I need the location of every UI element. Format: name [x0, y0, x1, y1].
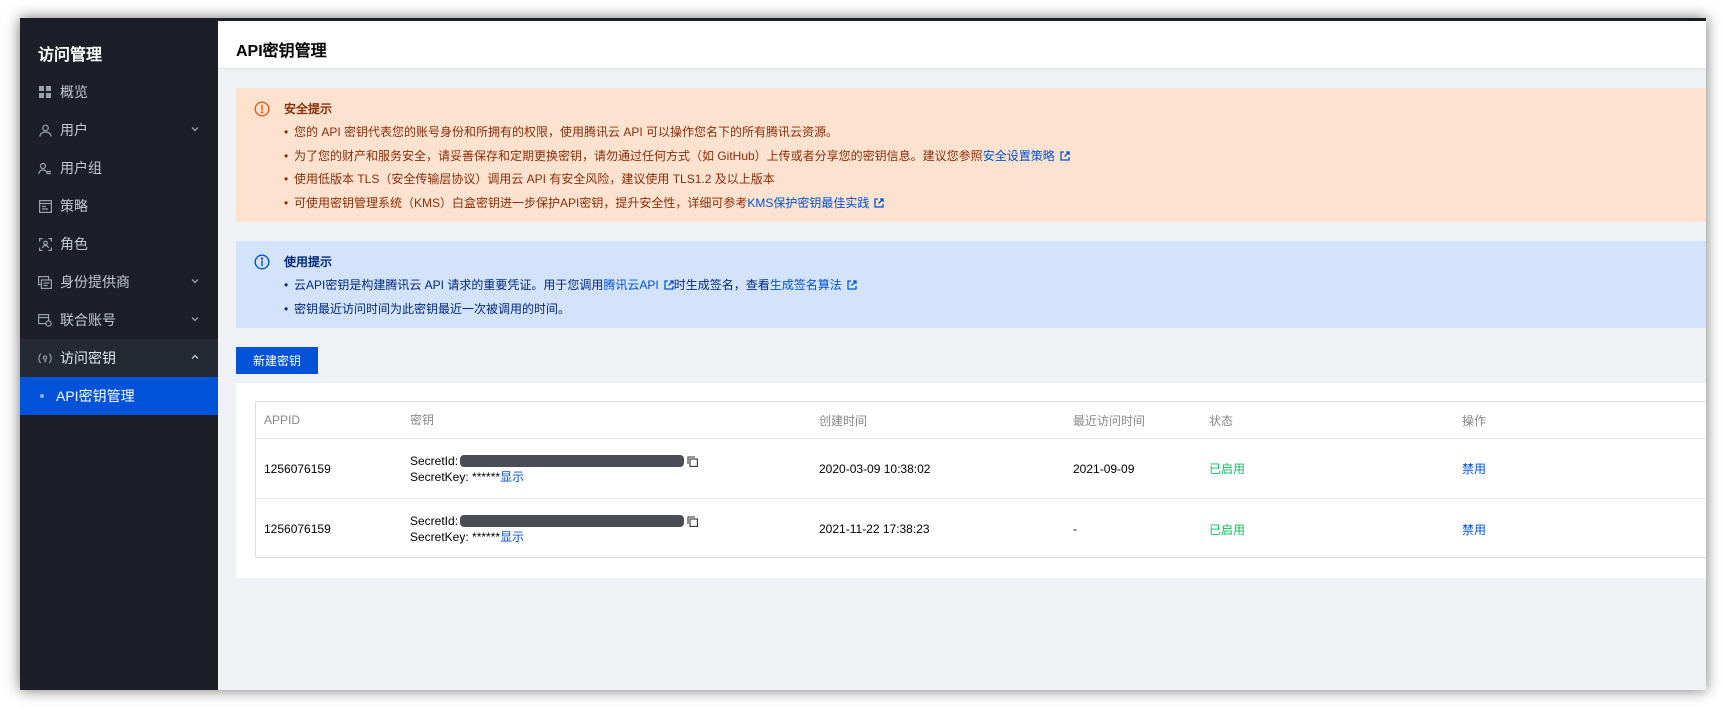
sidebar-item-overview[interactable]: 概览 — [20, 73, 218, 111]
kms-best-practice-link[interactable]: KMS保护密钥最佳实践 — [747, 196, 869, 210]
page-header: API密钥管理 — [218, 21, 1706, 69]
page-title: API密钥管理 — [236, 43, 327, 60]
sidebar-item-roles[interactable]: 角色 — [20, 225, 218, 263]
show-secret-key-link[interactable]: 显示 — [500, 470, 524, 484]
external-link-icon — [847, 280, 857, 290]
bullet-dot-icon — [40, 394, 44, 398]
sidebar-item-label: 概览 — [60, 84, 88, 100]
sidebar-item-label: 角色 — [60, 236, 88, 252]
console-window: 访问管理 概览 用户 用户组 策略 角色 身份提供商 联合账号 访问密钥 API… — [20, 18, 1706, 690]
user-group-icon — [38, 161, 52, 175]
status-badge: 已启用 — [1209, 522, 1246, 537]
secret-key-line: SecretKey: ******显示 — [410, 469, 525, 484]
sidebar-item-user-groups[interactable]: 用户组 — [20, 149, 218, 187]
warning-icon — [254, 101, 270, 117]
sidebar-item-identity-providers[interactable]: 身份提供商 — [20, 263, 218, 301]
external-link-icon — [1060, 150, 1070, 161]
created-cell: 2021-11-22 17:38:23 — [819, 522, 930, 536]
grid-icon — [38, 85, 52, 99]
alert-title: 安全提示 — [284, 102, 333, 116]
sidebar-nav: 概览 用户 用户组 策略 角色 身份提供商 联合账号 访问密钥 API密钥管理 — [20, 73, 218, 415]
key-cell: SecretId: SecretKey: ******显示 — [410, 439, 698, 498]
sidebar-item-label: 身份提供商 — [60, 274, 130, 290]
secret-id-line: SecretId: — [410, 513, 698, 529]
sidebar-title: 访问管理 — [38, 47, 103, 64]
warning-line: 为了您的财产和服务安全，请妥善保存和定期更换密钥，请勿通过任何方式（如 GitH… — [284, 145, 1706, 169]
sidebar-item-federated-accounts[interactable]: 联合账号 — [20, 301, 218, 339]
role-icon — [38, 237, 52, 251]
table-row: 1256076159 SecretId: SecretKey: ******显示… — [256, 439, 1706, 499]
last-access-cell: 2021-09-09 — [1073, 461, 1135, 476]
column-header-created: 创建时间 — [819, 413, 868, 428]
sidebar-item-label: 联合账号 — [60, 312, 116, 328]
key-cell: SecretId: SecretKey: ******显示 — [410, 499, 698, 559]
chevron-down-icon — [191, 317, 199, 322]
secret-id-redacted — [460, 515, 685, 527]
new-key-button[interactable]: 新建密钥 — [236, 347, 318, 374]
sidebar-item-label: 策略 — [60, 198, 88, 214]
copy-icon[interactable] — [687, 455, 698, 467]
user-icon — [38, 123, 52, 137]
tencent-cloud-api-link[interactable]: 腾讯云API — [603, 278, 658, 292]
status-badge: 已启用 — [1209, 462, 1246, 476]
api-key-table: APPID 密钥 创建时间 最近访问时间 状态 操作 1256076159 Se… — [255, 401, 1706, 558]
main-content: API密钥管理 安全提示 您的 API 密钥代表您的账号身份和所拥有的权限，使用… — [218, 21, 1706, 690]
info-icon — [254, 254, 270, 270]
show-secret-key-link[interactable]: 显示 — [500, 530, 524, 544]
last-access-cell: - — [1073, 522, 1077, 536]
info-line: 密钥最近访问时间为此密钥最近一次被调用的时间。 — [284, 298, 1706, 322]
chevron-down-icon — [191, 127, 199, 132]
alert-title: 使用提示 — [284, 255, 333, 269]
security-policy-link[interactable]: 安全设置策略 — [983, 149, 1055, 163]
appid-cell: 1256076159 — [264, 461, 331, 476]
sidebar-item-policies[interactable]: 策略 — [20, 187, 218, 225]
sidebar: 访问管理 概览 用户 用户组 策略 角色 身份提供商 联合账号 访问密钥 API… — [20, 21, 218, 690]
appid-cell: 1256076159 — [264, 522, 331, 536]
column-header-last-access: 最近访问时间 — [1073, 413, 1146, 428]
warning-line: 可使用密钥管理系统（KMS）白盒密钥进一步保护API密钥，提升安全性，详细可参考… — [284, 192, 1706, 216]
external-link-icon — [874, 197, 885, 208]
sidebar-item-label: 用户组 — [60, 160, 102, 176]
external-link-icon — [664, 280, 674, 290]
warning-line: 您的 API 密钥代表您的账号身份和所拥有的权限，使用腾讯云 API 可以操作您… — [284, 121, 1706, 145]
created-cell: 2020-03-09 10:38:02 — [819, 461, 931, 476]
secret-key-line: SecretKey: ******显示 — [410, 530, 525, 544]
federated-account-icon — [38, 313, 52, 327]
chevron-down-icon — [191, 279, 199, 284]
info-line: 云API密钥是构建腾讯云 API 请求的重要凭证。用于您调用腾讯云API时生成签… — [284, 274, 1706, 298]
warning-line: 使用低版本 TLS（安全传输层协议）调用云 API 有安全风险，建议使用 TLS… — [284, 168, 1706, 192]
usage-info-alert: 使用提示 云API密钥是构建腾讯云 API 请求的重要凭证。用于您调用腾讯云AP… — [236, 241, 1706, 328]
column-header-appid: APPID — [264, 413, 301, 427]
secret-id-line: SecretId: — [410, 453, 698, 469]
sidebar-item-access-keys[interactable]: 访问密钥 — [20, 339, 218, 377]
access-key-icon — [38, 351, 52, 365]
sidebar-item-users[interactable]: 用户 — [20, 111, 218, 149]
sidebar-item-label: 用户 — [60, 122, 88, 138]
disable-key-link[interactable]: 禁用 — [1462, 439, 1486, 498]
identity-provider-icon — [38, 275, 52, 289]
copy-icon[interactable] — [687, 516, 698, 527]
signature-algorithm-link[interactable]: 生成签名算法 — [770, 278, 842, 292]
key-table-card: APPID 密钥 创建时间 最近访问时间 状态 操作 1256076159 Se… — [236, 383, 1706, 578]
sidebar-item-label: 访问密钥 — [60, 350, 116, 366]
table-header: APPID 密钥 创建时间 最近访问时间 状态 操作 — [256, 402, 1706, 439]
chevron-up-icon — [191, 354, 199, 359]
secret-id-redacted — [460, 454, 685, 467]
column-header-status: 状态 — [1209, 413, 1234, 428]
sidebar-item-api-key-management[interactable]: API密钥管理 — [20, 377, 218, 415]
security-warning-alert: 安全提示 您的 API 密钥代表您的账号身份和所拥有的权限，使用腾讯云 API … — [236, 88, 1706, 222]
table-row: 1256076159 SecretId: SecretKey: ******显示… — [256, 499, 1706, 559]
sidebar-item-label: API密钥管理 — [56, 388, 135, 404]
policy-icon — [38, 199, 52, 213]
disable-key-link[interactable]: 禁用 — [1462, 499, 1486, 559]
column-header-key: 密钥 — [410, 413, 435, 427]
column-header-operation: 操作 — [1462, 413, 1487, 428]
